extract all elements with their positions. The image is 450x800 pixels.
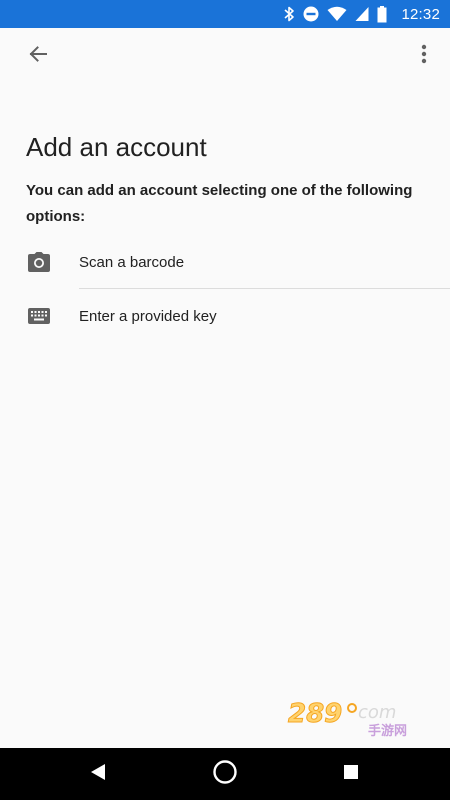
bluetooth-icon — [283, 6, 295, 22]
nav-recents-button[interactable] — [335, 758, 367, 790]
page-subtitle: You can add an account selecting one of … — [26, 182, 413, 225]
status-bar: 12:32 — [0, 0, 450, 28]
svg-text:手游网: 手游网 — [368, 723, 407, 738]
wifi-icon — [327, 6, 347, 22]
enter-key-label: Enter a provided key — [79, 307, 217, 325]
battery-icon — [377, 5, 387, 23]
back-button[interactable] — [20, 38, 56, 74]
nav-back-icon — [89, 763, 107, 786]
cellular-signal-icon — [355, 6, 369, 22]
status-time: 12:32 — [401, 5, 440, 23]
scan-barcode-option[interactable]: Scan a barcode — [0, 236, 450, 288]
svg-text:289: 289 — [288, 699, 342, 729]
page-title: Add an account — [26, 132, 207, 162]
arrow-back-icon — [28, 44, 48, 69]
nav-recents-icon — [343, 764, 359, 785]
screen: 12:32 Add an account You can add an acco… — [0, 0, 450, 800]
scan-barcode-label: Scan a barcode — [79, 253, 185, 271]
nav-home-button[interactable] — [209, 758, 241, 790]
watermark-logo: 289 com 手游网 — [280, 698, 430, 740]
option-divider — [79, 288, 450, 289]
svg-text:com: com — [358, 702, 396, 723]
nav-back-button[interactable] — [82, 758, 114, 790]
nav-home-icon — [212, 759, 238, 790]
overflow-menu-button[interactable] — [408, 38, 440, 74]
keyboard-icon — [26, 303, 52, 329]
do-not-disturb-icon — [303, 6, 319, 22]
toolbar — [0, 28, 450, 84]
camera-icon — [26, 249, 52, 275]
status-icons: 12:32 — [283, 5, 440, 23]
navigation-bar — [0, 748, 450, 800]
enter-key-option[interactable]: Enter a provided key — [0, 290, 450, 342]
more-vert-icon — [421, 44, 427, 69]
